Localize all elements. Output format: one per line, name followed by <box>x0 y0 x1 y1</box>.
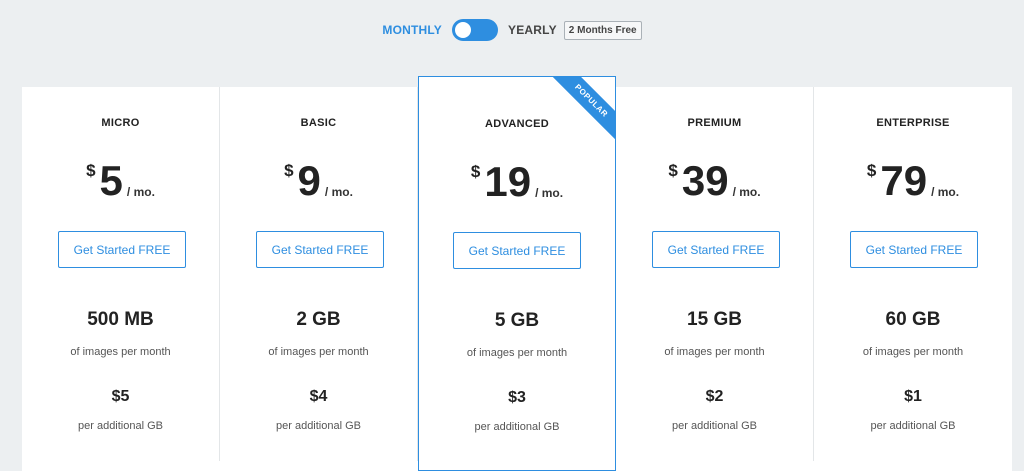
additional-gb-price: $3 <box>508 389 526 406</box>
storage-description: of images per month <box>466 347 568 359</box>
price-period: / mo. <box>732 185 761 199</box>
currency-symbol: $ <box>668 161 678 180</box>
billing-toggle: MONTHLY YEARLY 2 Months Free <box>0 18 1024 42</box>
yearly-label[interactable]: YEARLY <box>508 23 557 37</box>
get-started-button[interactable]: Get Started FREE <box>58 231 186 268</box>
plan-price: $ 79 / mo. <box>814 157 1012 205</box>
currency-symbol: $ <box>866 161 877 180</box>
storage-amount: 5 GB <box>494 310 540 331</box>
storage-description: of images per month <box>70 346 171 358</box>
price-period: / mo. <box>931 185 960 199</box>
get-started-button[interactable]: Get Started FREE <box>256 231 384 268</box>
get-started-button[interactable]: Get Started FREE <box>652 231 780 268</box>
price-amount: 5 <box>99 157 123 204</box>
additional-gb-price: $4 <box>309 388 328 405</box>
plan-name: ENTERPRISE <box>876 117 950 129</box>
storage-description: of images per month <box>664 346 765 358</box>
price-amount: 9 <box>297 157 321 204</box>
storage-description: of images per month <box>268 346 369 358</box>
plan-price: $ 5 / mo. <box>22 157 219 205</box>
billing-period-switch[interactable] <box>452 19 499 41</box>
switch-knob <box>455 22 472 38</box>
plan-price: $ 9 / mo. <box>220 157 417 205</box>
price-period: / mo. <box>324 185 353 199</box>
popular-ribbon: POPULAR <box>548 77 615 144</box>
additional-gb-price: $5 <box>111 388 130 405</box>
price-period: / mo. <box>535 186 564 200</box>
additional-gb-description: per additional GB <box>870 420 956 432</box>
currency-symbol: $ <box>284 161 294 180</box>
get-started-button[interactable]: Get Started FREE <box>453 232 581 269</box>
storage-description: of images per month <box>862 346 964 358</box>
plan-card-premium: PREMIUM $ 39 / mo. Get Started FREE 15 G… <box>616 87 814 461</box>
price-amount: 39 <box>681 157 729 204</box>
storage-amount: 15 GB <box>687 309 742 330</box>
plan-name: MICRO <box>101 117 140 129</box>
plan-name: BASIC <box>300 117 337 129</box>
additional-gb-description: per additional GB <box>276 420 361 432</box>
price-period: / mo. <box>126 185 155 199</box>
plan-price: $ 19 / mo. <box>419 158 615 206</box>
price-amount: 19 <box>484 158 532 205</box>
plan-name: ADVANCED <box>485 118 549 130</box>
additional-gb-description: per additional GB <box>672 420 757 432</box>
monthly-label[interactable]: MONTHLY <box>382 23 442 37</box>
plan-card-enterprise: ENTERPRISE $ 79 / mo. Get Started FREE 6… <box>814 87 1012 461</box>
get-started-button[interactable]: Get Started FREE <box>850 231 978 268</box>
storage-amount: 60 GB <box>885 309 941 330</box>
plan-card-micro: MICRO $ 5 / mo. Get Started FREE 500 MB … <box>22 87 220 461</box>
price-amount: 79 <box>880 157 928 204</box>
additional-gb-price: $1 <box>904 388 922 405</box>
yearly-discount-badge: 2 Months Free <box>563 20 642 40</box>
additional-gb-price: $2 <box>705 388 724 405</box>
plan-price: $ 39 / mo. <box>616 157 813 205</box>
plan-card-advanced: POPULAR ADVANCED $ 19 / mo. Get Started … <box>418 76 616 471</box>
plan-name: PREMIUM <box>687 117 742 129</box>
plan-card-basic: BASIC $ 9 / mo. Get Started FREE 2 GB of… <box>220 87 418 461</box>
storage-amount: 500 MB <box>87 309 154 330</box>
additional-gb-description: per additional GB <box>78 420 163 432</box>
currency-symbol: $ <box>86 161 96 180</box>
additional-gb-description: per additional GB <box>474 421 560 433</box>
pricing-plans: MICRO $ 5 / mo. Get Started FREE 500 MB … <box>22 76 1012 471</box>
currency-symbol: $ <box>470 162 481 181</box>
storage-amount: 2 GB <box>296 309 341 330</box>
